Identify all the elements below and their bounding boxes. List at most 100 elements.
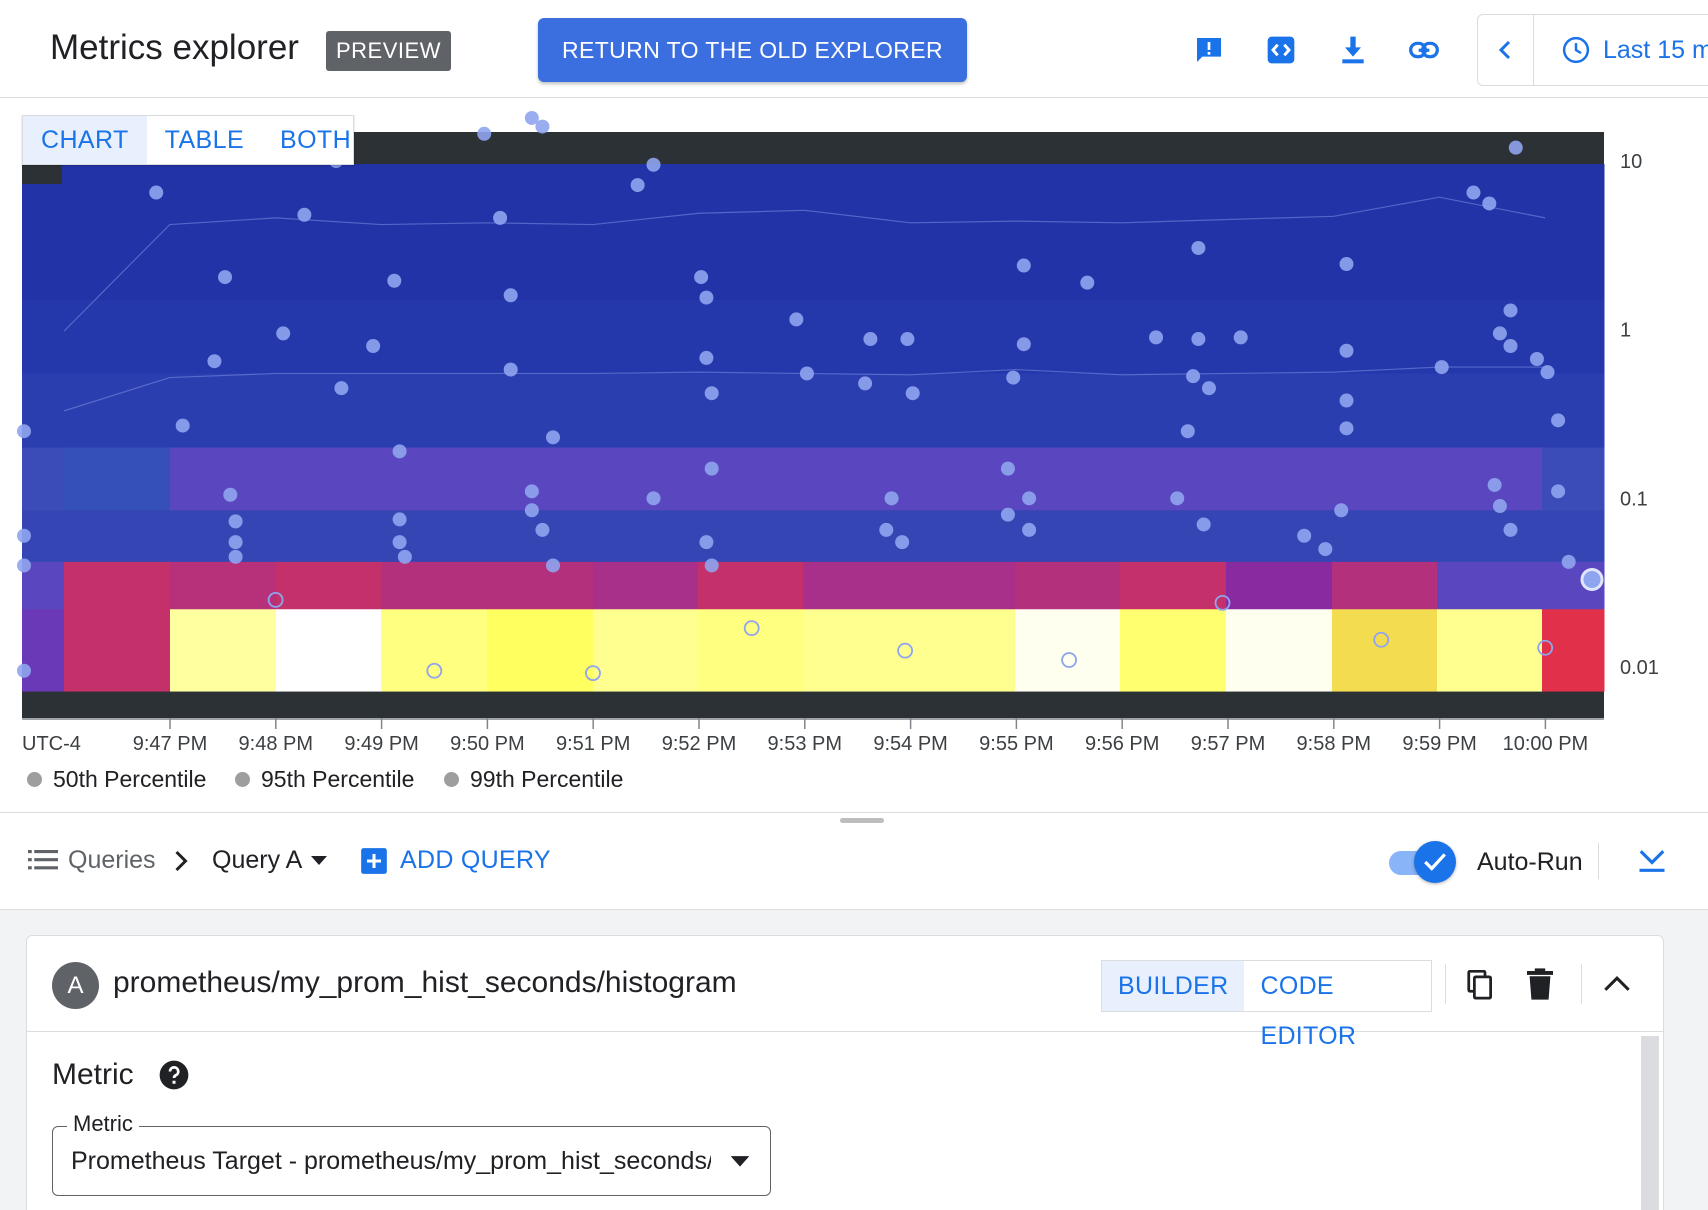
x-tick-label: 9:50 PM — [450, 733, 524, 755]
dropdown-arrow-icon[interactable] — [729, 1155, 751, 1169]
add-box-icon[interactable] — [360, 847, 388, 875]
scatter-point — [1334, 503, 1349, 518]
scatter-point — [704, 461, 719, 476]
scatter-point — [1318, 542, 1333, 557]
chevron-up-icon[interactable] — [1603, 974, 1631, 994]
scatter-point — [1540, 365, 1555, 380]
heatmap-cell — [64, 447, 171, 511]
heatmap-cell — [1226, 510, 1333, 563]
divider — [1445, 964, 1446, 1004]
scatter-point — [17, 528, 31, 543]
copy-icon[interactable] — [1467, 970, 1493, 1000]
legend-item-p95[interactable]: 95th Percentile — [235, 766, 414, 793]
heatmap-cell — [1542, 447, 1605, 511]
auto-run-toggle[interactable] — [1386, 839, 1462, 885]
heatmap-cell — [909, 447, 1016, 511]
heatmap-cell — [1332, 373, 1438, 449]
heatmap-cell — [170, 447, 277, 511]
scatter-point — [334, 381, 349, 396]
scatter-point — [799, 366, 814, 381]
scatter-point — [1186, 369, 1201, 384]
scatter-point — [17, 663, 31, 678]
scrollbar[interactable] — [1641, 1036, 1659, 1210]
heatmap-cell — [22, 299, 65, 374]
scatter-point — [1016, 258, 1031, 273]
heatmap-cell — [698, 373, 804, 449]
legend-dot — [235, 772, 250, 787]
heatmap-cell — [276, 561, 382, 610]
heatmap-cell — [1120, 561, 1227, 610]
x-tick-label: 9:57 PM — [1191, 733, 1265, 755]
scatter-point — [1339, 393, 1354, 408]
scatter-point — [397, 549, 412, 564]
heatmap-cell — [276, 373, 382, 449]
heatmap-cell — [487, 299, 594, 374]
heatmap-cell — [698, 447, 804, 511]
heatmap-cell — [276, 447, 382, 511]
tab-table[interactable]: TABLE — [147, 116, 262, 164]
scatter-point — [1482, 196, 1497, 211]
heatmap-cell — [487, 609, 594, 692]
scatter-point — [646, 157, 661, 172]
help-icon[interactable] — [159, 1060, 189, 1090]
scatter-point — [493, 210, 508, 225]
heatmap-cell — [1437, 164, 1543, 301]
add-query-button[interactable]: ADD QUERY — [400, 846, 551, 875]
x-tick-label: 9:59 PM — [1402, 733, 1476, 755]
divider — [1581, 964, 1582, 1004]
check-icon — [1424, 853, 1446, 871]
scatter-point — [1339, 421, 1354, 436]
legend-item-p50[interactable]: 50th Percentile — [27, 766, 206, 793]
scatter-point — [297, 207, 312, 222]
heatmap-cell — [381, 299, 488, 374]
scatter-point — [630, 178, 645, 193]
heatmap-cell — [593, 609, 699, 692]
legend-label: 99th Percentile — [470, 766, 624, 792]
metric-field-label: Metric — [67, 1111, 139, 1137]
scatter-point — [694, 270, 709, 285]
scatter-point — [1492, 499, 1507, 514]
scatter-point — [503, 362, 518, 377]
scatter-point — [1149, 330, 1164, 345]
delete-icon[interactable] — [1527, 968, 1553, 1000]
heatmap-cell — [276, 164, 382, 301]
resize-handle[interactable] — [840, 818, 884, 823]
scatter-point — [17, 558, 31, 573]
heatmap-cell — [381, 609, 488, 692]
metric-field-value[interactable]: Prometheus Target - prometheus/my_prom_h… — [71, 1147, 711, 1176]
heatmap-cell — [22, 373, 65, 449]
heatmap-cell — [1226, 609, 1333, 692]
scatter-point — [1022, 522, 1037, 537]
metric-select[interactable]: Metric Prometheus Target - prometheus/my… — [52, 1111, 771, 1196]
scatter-point — [524, 503, 539, 518]
scatter-point — [535, 522, 550, 537]
heatmap-cell — [381, 561, 488, 610]
heatmap-cell — [276, 510, 382, 563]
scatter-point — [477, 126, 492, 141]
heatmap-cell — [803, 299, 910, 374]
dropdown-arrow-icon[interactable] — [310, 855, 328, 867]
scatter-point — [175, 418, 190, 433]
collapse-icon[interactable] — [1637, 845, 1667, 875]
query-selector[interactable]: Query A — [212, 846, 302, 875]
scatter-point — [17, 424, 31, 439]
heatmap-cell — [593, 164, 699, 301]
heatmap-cell — [22, 164, 65, 301]
legend-item-p99[interactable]: 99th Percentile — [444, 766, 623, 793]
queries-breadcrumb[interactable]: Queries — [68, 846, 156, 875]
heatmap-cell — [64, 299, 171, 374]
code-editor-tab[interactable]: CODE EDITOR — [1244, 961, 1431, 1050]
heatmap-cell — [1437, 510, 1543, 563]
heatmap-cell — [487, 561, 594, 610]
tab-chart[interactable]: CHART — [23, 116, 147, 164]
scatter-point — [1466, 185, 1481, 200]
legend-dot — [444, 772, 459, 787]
heatmap-cell — [64, 609, 171, 692]
builder-tab[interactable]: BUILDER — [1102, 961, 1245, 1011]
heatmap-cell — [170, 609, 277, 692]
scatter-point — [228, 535, 243, 550]
scatter-point — [223, 487, 238, 502]
tab-both[interactable]: BOTH — [262, 116, 369, 164]
query-letter-avatar: A — [52, 962, 99, 1009]
heatmap-cell — [803, 561, 910, 610]
